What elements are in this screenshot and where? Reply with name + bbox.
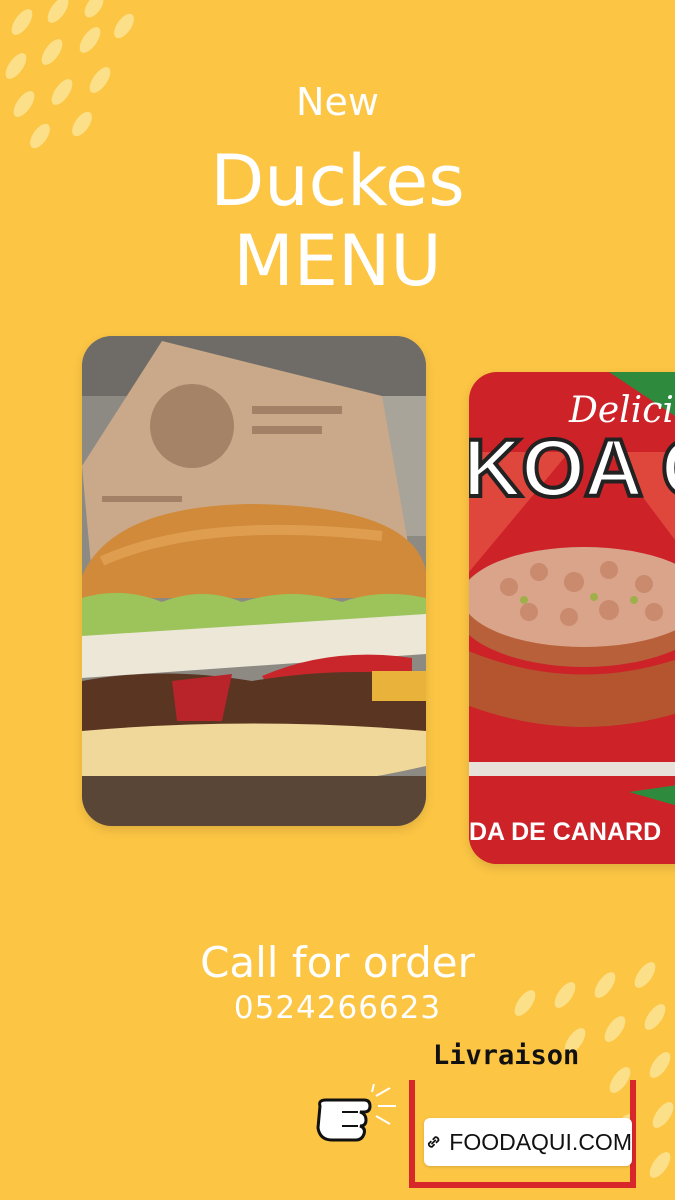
pointing-hand-icon	[316, 1084, 396, 1142]
title-new: New	[296, 80, 379, 124]
title-menu: MENU	[233, 220, 442, 302]
dish-promo-card[interactable]: Delici KOA CA DA DE CANARD	[469, 372, 675, 864]
call-for-order-text: Call for order	[200, 938, 475, 987]
burger-photo-card[interactable]	[82, 336, 426, 826]
link-icon	[427, 1136, 440, 1148]
story-canvas: New Duckes MENU Delici KOA DA DE CANARD …	[0, 0, 675, 1200]
burger-image	[82, 336, 426, 826]
phone-number[interactable]: 0524266623	[0, 990, 675, 1026]
delivery-label: Livraison	[433, 1040, 580, 1071]
link-sticker-text: FOODAQUI.COM	[449, 1128, 632, 1155]
decorative-dashes	[5, 0, 134, 149]
title-duckes: Duckes	[210, 140, 465, 222]
link-sticker[interactable]: FOODAQUI.COM	[424, 1118, 632, 1166]
dish-caption: DA DE CANARD	[469, 818, 662, 846]
dish-headline: KOA CA	[469, 421, 675, 516]
